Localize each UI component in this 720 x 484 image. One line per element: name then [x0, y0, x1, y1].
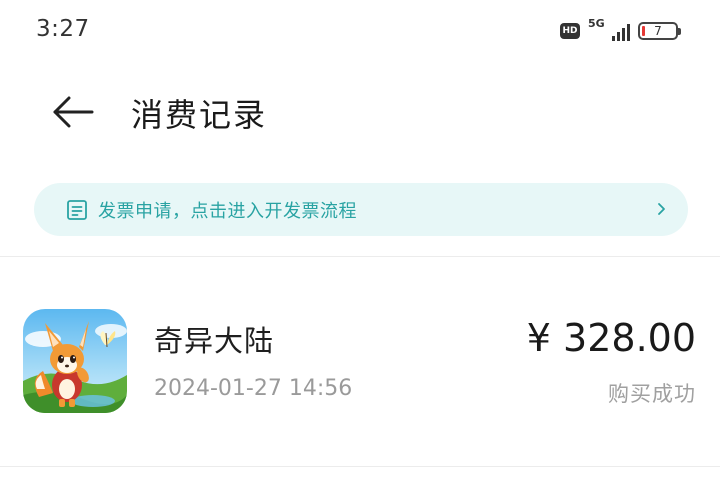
- divider: [0, 256, 720, 257]
- network-type: 5G: [588, 17, 605, 30]
- battery-level: 7: [654, 24, 662, 38]
- consumption-record-screen: 3:27 HD 5G 7 消费记录 发票申请，点击进入开发票流程 奇异大陆 20…: [0, 0, 720, 484]
- order-row[interactable]: 奇异大陆 2024-01-27 14:56 ¥ 328.00 购买成功: [0, 290, 720, 430]
- page-title: 消费记录: [131, 96, 268, 134]
- invoice-banner[interactable]: 发票申请，点击进入开发票流程: [34, 183, 688, 236]
- game-app-icon: [23, 309, 127, 413]
- invoice-banner-text: 发票申请，点击进入开发票流程: [98, 200, 357, 222]
- status-time: 3:27: [36, 16, 90, 42]
- arrow-left-icon: [53, 96, 94, 128]
- chevron-right-icon: [658, 203, 665, 215]
- hd-icon: HD: [560, 23, 580, 39]
- receipt-icon: [67, 199, 87, 220]
- signal-icon: 5G: [588, 17, 630, 43]
- app-name: 奇异大陆: [154, 324, 275, 358]
- divider: [0, 466, 720, 467]
- battery-icon: 7: [638, 22, 681, 40]
- status-icons: HD 5G 7: [560, 17, 681, 44]
- back-button[interactable]: [44, 86, 100, 138]
- order-status: 购买成功: [608, 382, 696, 406]
- order-time: 2024-01-27 14:56: [154, 376, 353, 401]
- order-price: ¥ 328.00: [526, 316, 696, 360]
- header: 消费记录: [0, 80, 720, 144]
- status-bar: 3:27 HD 5G 7: [0, 0, 720, 62]
